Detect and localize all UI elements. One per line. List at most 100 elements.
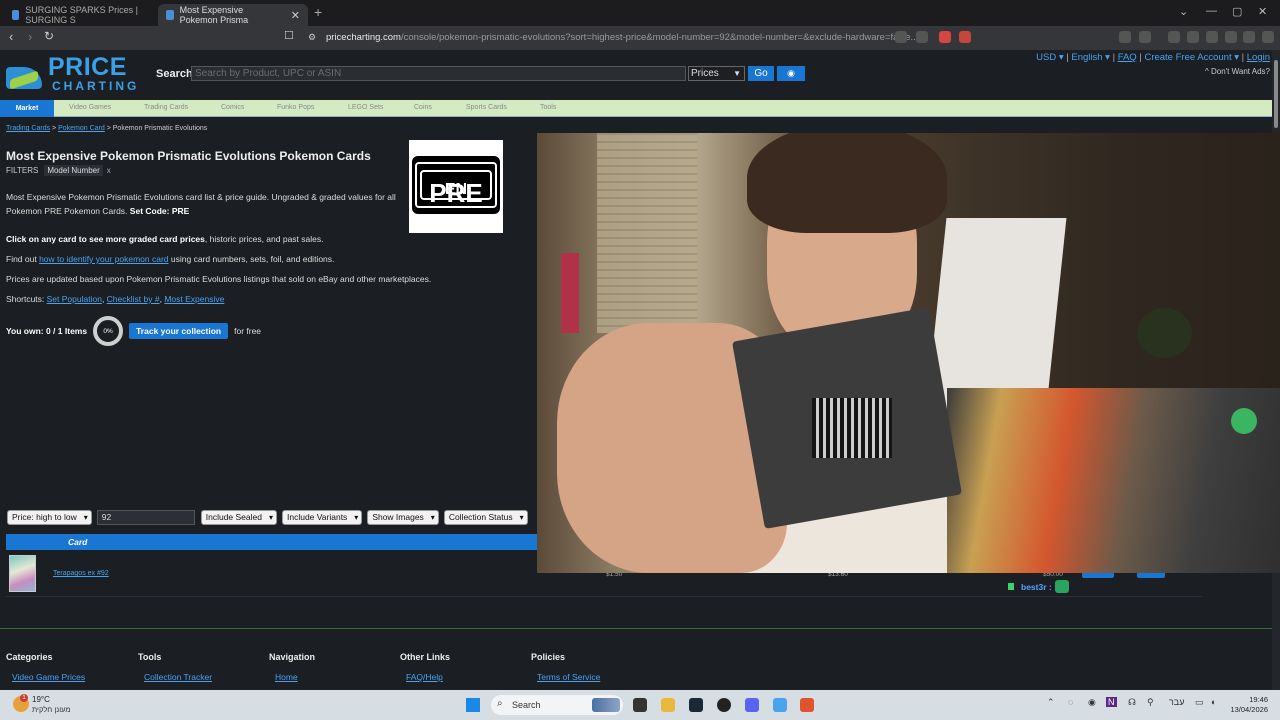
bookmark-icon[interactable]: ☐: [284, 29, 294, 42]
task-view-icon[interactable]: [633, 698, 647, 712]
system-clock[interactable]: 19:46 13/04/2026: [1230, 695, 1268, 715]
breadcrumb-pokemon-card[interactable]: Pokemon Card: [58, 125, 105, 132]
brave-shield-icon[interactable]: [939, 31, 951, 43]
reload-icon[interactable]: ↻: [44, 29, 54, 43]
shortcut-checklist[interactable]: Checklist by #: [107, 294, 160, 304]
new-tab-icon[interactable]: +: [314, 4, 322, 20]
language-indicator[interactable]: עבר: [1169, 697, 1184, 707]
back-icon[interactable]: ‹: [9, 29, 13, 44]
network-icon[interactable]: ▭: [1195, 697, 1204, 708]
card-thumbnail[interactable]: [9, 555, 36, 592]
footer-other-links: Other Links FAQ/Help: [400, 652, 450, 682]
nav-market[interactable]: Market: [0, 100, 54, 117]
browser-tab-2[interactable]: Most Expensive Pokemon Prisma ✕: [158, 4, 308, 26]
share-icon[interactable]: [916, 31, 928, 43]
identify-card-link[interactable]: how to identify your pokemon card: [39, 254, 168, 264]
close-tab-icon[interactable]: ✕: [291, 9, 300, 22]
footer-link[interactable]: Collection Tracker: [144, 672, 212, 682]
filter-chip-model-number[interactable]: Model Number: [44, 165, 103, 176]
shortcut-most-expensive[interactable]: Most Expensive: [164, 294, 224, 304]
discord-icon[interactable]: [745, 698, 759, 712]
chat-badge-icon: [1008, 583, 1014, 590]
wallet-icon[interactable]: [1206, 31, 1218, 43]
webcam-card-packs: [947, 388, 1280, 573]
tray-icon-1[interactable]: ◌: [1068, 697, 1073, 707]
menu-icon[interactable]: [1262, 31, 1274, 43]
volume-icon[interactable]: ◖: [1210, 697, 1215, 707]
nav-tools[interactable]: Tools: [540, 104, 556, 111]
onenote-tray-icon[interactable]: N: [1106, 697, 1117, 707]
go-button[interactable]: Go: [748, 66, 774, 81]
table-header: Card: [6, 534, 537, 550]
taskbar-search[interactable]: ⌕ Search: [491, 695, 623, 715]
create-account-link[interactable]: Create Free Account ▾: [1144, 52, 1239, 63]
split-view-icon[interactable]: [1187, 31, 1199, 43]
model-number-input[interactable]: 92: [96, 510, 195, 525]
language-link[interactable]: English ▾: [1071, 52, 1110, 63]
tray-icon-2[interactable]: ◉: [1088, 697, 1096, 708]
nav-sports-cards[interactable]: Sports Cards: [466, 104, 507, 111]
breadcrumb-current: Pokemon Prismatic Evolutions: [112, 125, 208, 132]
vpn-icon[interactable]: [1243, 31, 1255, 43]
include-variants-select[interactable]: Include Variants: [281, 510, 363, 525]
collection-status-select[interactable]: Collection Status: [443, 510, 528, 525]
dont-want-ads-link[interactable]: ^ Don't Want Ads?: [1205, 67, 1270, 76]
microphone-tray-icon[interactable]: ⚲: [1147, 697, 1154, 708]
shortcut-set-population[interactable]: Set Population: [47, 294, 102, 304]
footer-link[interactable]: Video Game Prices: [12, 672, 85, 682]
nav-comics[interactable]: Comics: [221, 104, 244, 111]
nav-coins[interactable]: Coins: [414, 104, 432, 111]
login-link[interactable]: Login: [1247, 52, 1270, 63]
camera-search-button[interactable]: ◉: [777, 66, 805, 81]
windows-taskbar: 1 19°C מעונן חלקית ⌕ Search ⌃ ◌ ◉ N ☊ ⚲ …: [0, 690, 1280, 720]
scrollbar-thumb[interactable]: [1274, 60, 1278, 128]
browser-tab-1[interactable]: SURGING SPARKS Prices | SURGING S: [4, 4, 154, 26]
url-field[interactable]: pricecharting.com/console/pokemon-prisma…: [326, 32, 918, 43]
brave-rewards-icon[interactable]: [959, 31, 971, 43]
maximize-icon[interactable]: ▢: [1232, 5, 1242, 18]
footer-link[interactable]: Terms of Service: [537, 672, 600, 682]
breadcrumb-trading-cards[interactable]: Trading Cards: [6, 125, 50, 132]
logo-line1: PRICE: [48, 53, 127, 81]
window-close-icon[interactable]: ✕: [1258, 5, 1267, 18]
headset-tray-icon[interactable]: ☊: [1128, 697, 1136, 708]
leo-ai-icon[interactable]: [1225, 31, 1237, 43]
obs-icon[interactable]: [717, 698, 731, 712]
search-input[interactable]: [191, 66, 686, 81]
forward-icon[interactable]: ›: [28, 29, 32, 44]
remove-filter-icon[interactable]: x: [107, 166, 111, 175]
card-name-link[interactable]: Terapagos ex #92: [53, 570, 109, 577]
faq-link[interactable]: FAQ: [1118, 52, 1137, 63]
nav-trading-cards[interactable]: Trading Cards: [144, 104, 188, 111]
nav-video-games[interactable]: Video Games: [69, 104, 111, 111]
track-collection-button[interactable]: Track your collection: [129, 323, 229, 339]
search-highlight-image: [592, 698, 620, 712]
sort-select[interactable]: Price: high to low: [7, 510, 92, 525]
tray-overflow-icon[interactable]: ⌃: [1047, 697, 1055, 708]
minimize-icon[interactable]: —: [1206, 5, 1217, 17]
footer-link[interactable]: FAQ/Help: [406, 672, 450, 682]
windows-start-icon[interactable]: [466, 698, 480, 712]
sidebar-icon[interactable]: [1139, 31, 1151, 43]
pricecharting-logo[interactable]: PRICE CHARTING: [6, 55, 139, 92]
steam-icon[interactable]: [689, 698, 703, 712]
file-explorer-icon[interactable]: [661, 698, 675, 712]
nav-lego-sets[interactable]: LEGO Sets: [348, 104, 383, 111]
tab-list-icon[interactable]: ⌄: [1179, 5, 1188, 18]
site-info-icon[interactable]: ⚙: [308, 32, 316, 43]
search-type-select[interactable]: Prices ▼: [688, 66, 745, 81]
footer-link[interactable]: Home: [275, 672, 315, 682]
column-card[interactable]: Card: [68, 537, 87, 547]
currency-link[interactable]: USD ▾: [1036, 52, 1063, 63]
include-sealed-select[interactable]: Include Sealed: [200, 510, 277, 525]
brave-browser-icon[interactable]: [800, 698, 814, 712]
music-icon[interactable]: [1168, 31, 1180, 43]
app-icon[interactable]: [773, 698, 787, 712]
search-label: Search: [156, 68, 193, 80]
footer-categories: Categories Video Game Prices: [6, 652, 85, 682]
clock-date: 13/04/2026: [1230, 705, 1268, 714]
extensions-icon[interactable]: [1119, 31, 1131, 43]
nav-funko-pops[interactable]: Funko Pops: [277, 104, 314, 111]
show-images-select[interactable]: Show Images: [367, 510, 439, 525]
tab-cast-icon[interactable]: [895, 31, 907, 43]
